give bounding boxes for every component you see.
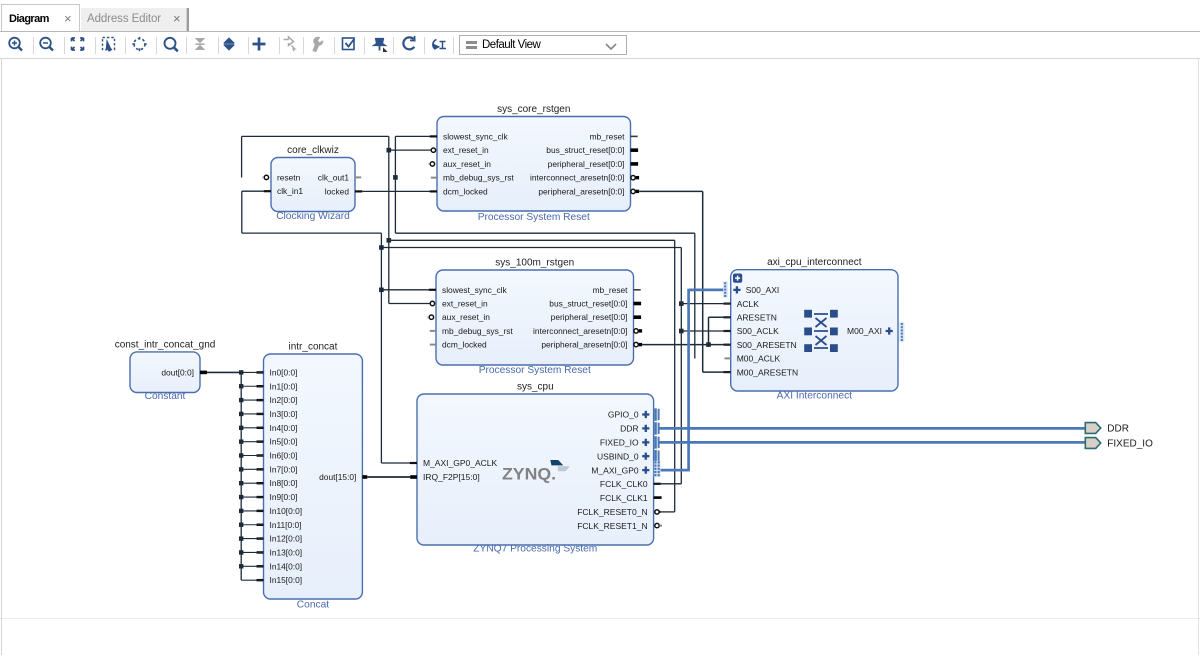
svg-text:peripheral_reset[0:0]: peripheral_reset[0:0] — [548, 159, 625, 169]
svg-text:bus_struct_reset[0:0]: bus_struct_reset[0:0] — [546, 145, 624, 155]
svg-text:S00_ARESETN: S00_ARESETN — [737, 340, 797, 350]
svg-text:peripheral_aresetn[0:0]: peripheral_aresetn[0:0] — [541, 340, 627, 350]
svg-text:FCLK_CLK0: FCLK_CLK0 — [600, 479, 648, 489]
svg-text:intr_concat: intr_concat — [288, 342, 337, 353]
svg-text:slowest_sync_clk: slowest_sync_clk — [442, 285, 508, 295]
svg-text:S00_AXI: S00_AXI — [746, 285, 780, 295]
svg-text:mb_reset: mb_reset — [590, 131, 626, 141]
svg-text:sys_core_rstgen: sys_core_rstgen — [497, 104, 570, 115]
svg-text:USBIND_0: USBIND_0 — [597, 451, 639, 461]
svg-text:mb_reset: mb_reset — [593, 285, 629, 295]
svg-text:Processor System Reset: Processor System Reset — [478, 212, 590, 223]
svg-text:In5[0:0]: In5[0:0] — [270, 437, 298, 447]
svg-text:FIXED_IO: FIXED_IO — [1107, 439, 1153, 450]
svg-text:ACLK: ACLK — [737, 299, 760, 309]
svg-text:In8[0:0]: In8[0:0] — [270, 478, 298, 488]
svg-text:In15[0:0]: In15[0:0] — [270, 575, 303, 585]
svg-text:In1[0:0]: In1[0:0] — [270, 381, 298, 391]
svg-text:dcm_locked: dcm_locked — [443, 186, 488, 196]
svg-text:ext_reset_in: ext_reset_in — [443, 145, 489, 155]
svg-text:M_AXI_GP0_ACLK: M_AXI_GP0_ACLK — [423, 458, 498, 468]
svg-text:GPIO_0: GPIO_0 — [608, 410, 639, 420]
svg-text:DDR: DDR — [620, 424, 638, 434]
svg-text:In12[0:0]: In12[0:0] — [270, 534, 303, 544]
svg-text:aux_reset_in: aux_reset_in — [443, 159, 491, 169]
svg-text:ARESETN: ARESETN — [737, 313, 777, 323]
svg-text:peripheral_aresetn[0:0]: peripheral_aresetn[0:0] — [538, 186, 624, 196]
svg-text:In9[0:0]: In9[0:0] — [270, 492, 298, 502]
svg-text:Processor System Reset: Processor System Reset — [479, 365, 591, 376]
svg-text:M_AXI_GP0: M_AXI_GP0 — [591, 465, 639, 475]
svg-text:M00_ACLK: M00_ACLK — [737, 354, 781, 364]
svg-text:FCLK_RESET0_N: FCLK_RESET0_N — [577, 507, 647, 517]
svg-text:In6[0:0]: In6[0:0] — [270, 451, 298, 461]
svg-text:In11[0:0]: In11[0:0] — [270, 520, 302, 530]
svg-text:In14[0:0]: In14[0:0] — [270, 561, 303, 571]
svg-text:S00_ACLK: S00_ACLK — [737, 326, 779, 336]
svg-text:FIXED_IO: FIXED_IO — [600, 438, 639, 448]
svg-text:M00_AXI: M00_AXI — [847, 326, 882, 336]
svg-text:In10[0:0]: In10[0:0] — [270, 506, 303, 516]
svg-text:FCLK_RESET1_N: FCLK_RESET1_N — [577, 521, 647, 531]
svg-text:In13[0:0]: In13[0:0] — [270, 547, 303, 557]
svg-text:Constant: Constant — [145, 391, 186, 402]
svg-text:slowest_sync_clk: slowest_sync_clk — [443, 131, 509, 141]
svg-text:AXI Interconnect: AXI Interconnect — [777, 391, 852, 402]
svg-text:sys_100m_rstgen: sys_100m_rstgen — [495, 258, 574, 269]
svg-text:core_clkwiz: core_clkwiz — [287, 145, 339, 156]
svg-text:IRQ_F2P[15:0]: IRQ_F2P[15:0] — [423, 472, 480, 482]
svg-text:clk_in1: clk_in1 — [277, 186, 303, 196]
svg-text:In3[0:0]: In3[0:0] — [270, 409, 298, 419]
svg-text:In7[0:0]: In7[0:0] — [270, 464, 298, 474]
svg-text:In0[0:0]: In0[0:0] — [270, 367, 298, 377]
svg-text:resetn: resetn — [277, 172, 301, 182]
svg-text:interconnect_aresetn[0:0]: interconnect_aresetn[0:0] — [533, 326, 628, 336]
svg-text:clk_out1: clk_out1 — [318, 172, 350, 182]
svg-text:sys_cpu: sys_cpu — [517, 382, 554, 393]
svg-text:dcm_locked: dcm_locked — [442, 340, 487, 350]
svg-text:FCLK_CLK1: FCLK_CLK1 — [600, 493, 648, 503]
svg-text:aux_reset_in: aux_reset_in — [442, 312, 490, 322]
svg-text:locked: locked — [325, 186, 350, 196]
svg-text:peripheral_reset[0:0]: peripheral_reset[0:0] — [551, 312, 628, 322]
svg-text:mb_debug_sys_rst: mb_debug_sys_rst — [443, 173, 514, 183]
svg-text:Clocking Wizard: Clocking Wizard — [276, 211, 350, 222]
svg-text:DDR: DDR — [1107, 424, 1129, 435]
svg-text:ZYNQ7 Processing System: ZYNQ7 Processing System — [473, 544, 597, 555]
svg-text:dout[0:0]: dout[0:0] — [161, 367, 194, 377]
svg-text:mb_debug_sys_rst: mb_debug_sys_rst — [442, 326, 513, 336]
svg-text:axi_cpu_interconnect: axi_cpu_interconnect — [767, 257, 862, 268]
svg-text:const_intr_concat_gnd: const_intr_concat_gnd — [115, 339, 216, 350]
svg-text:dout[15:0]: dout[15:0] — [319, 472, 356, 482]
svg-text:interconnect_aresetn[0:0]: interconnect_aresetn[0:0] — [530, 173, 625, 183]
svg-text:M00_ARESETN: M00_ARESETN — [737, 367, 798, 377]
svg-text:ext_reset_in: ext_reset_in — [442, 299, 488, 309]
svg-text:In2[0:0]: In2[0:0] — [270, 395, 298, 405]
svg-text:Concat: Concat — [297, 600, 329, 611]
svg-text:bus_struct_reset[0:0]: bus_struct_reset[0:0] — [549, 299, 627, 309]
svg-text:ZYNQ.: ZYNQ. — [502, 465, 556, 484]
svg-text:In4[0:0]: In4[0:0] — [270, 423, 298, 433]
